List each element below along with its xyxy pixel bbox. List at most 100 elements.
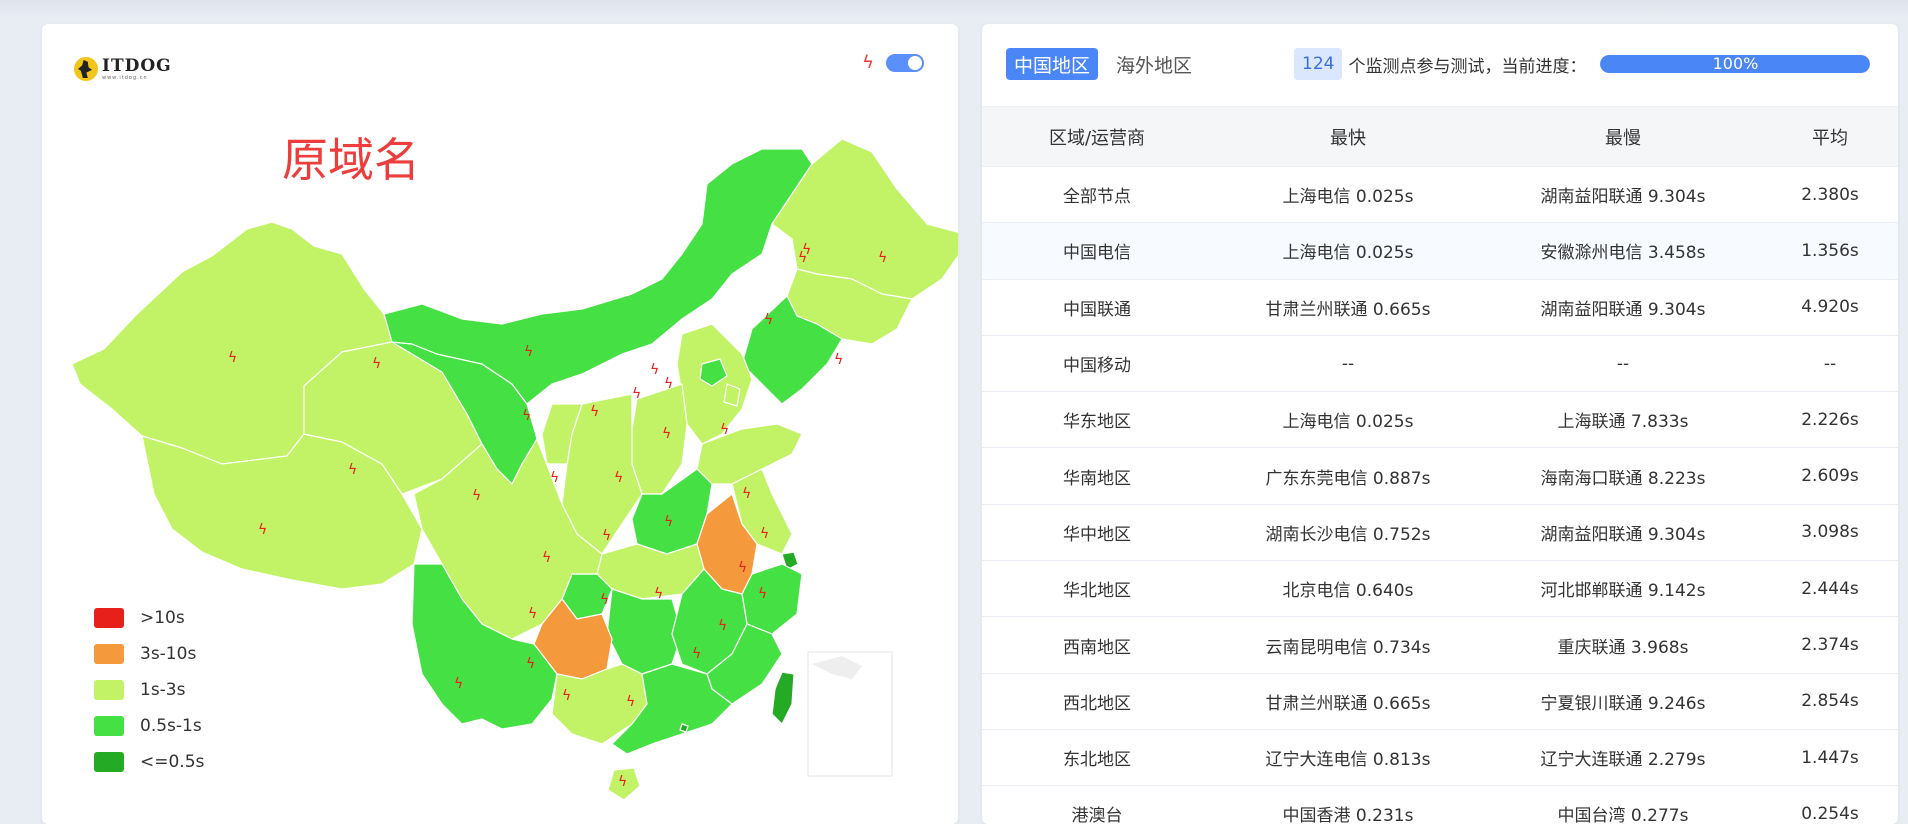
- table-row[interactable]: 东北地区 辽宁大连电信 0.813s 辽宁大连联通 2.279s 1.447s: [982, 729, 1898, 787]
- header-average[interactable]: 平均: [1762, 106, 1898, 167]
- legend-swatch: [94, 680, 124, 700]
- results-card: 中国地区 海外地区 124 个监测点参与测试，当前进度： 100% 区域/运营商…: [982, 24, 1898, 824]
- progress-label: 100%: [1712, 55, 1759, 73]
- probe-description: 个监测点参与测试，当前进度：: [1348, 56, 1587, 77]
- tab-china[interactable]: 中国地区: [1006, 48, 1099, 80]
- table-row[interactable]: 港澳台 中国香港 0.231s 中国台湾 0.277s 0.254s: [982, 785, 1898, 824]
- table-row[interactable]: 西北地区 甘肃兰州联通 0.665s 宁夏银川联通 9.246s 2.854s: [982, 673, 1898, 730]
- cell-region: 华南地区: [982, 447, 1212, 505]
- legend-item[interactable]: >10s: [94, 600, 204, 636]
- cell-slowest: 湖南益阳联通 9.304s: [1484, 279, 1762, 336]
- header-region[interactable]: 区域/运营商: [982, 106, 1212, 167]
- table-row[interactable]: 华南地区 广东东莞电信 0.887s 海南海口联通 8.223s 2.609s: [982, 447, 1898, 505]
- cell-average: --: [1762, 335, 1898, 393]
- bolt-icon: ϟ: [664, 514, 673, 530]
- tab-overseas[interactable]: 海外地区: [1108, 48, 1200, 80]
- legend-item[interactable]: 1s-3s: [94, 672, 204, 708]
- bolt-icon: ϟ: [528, 606, 537, 622]
- bolt-icon: ϟ: [654, 586, 663, 602]
- legend-item[interactable]: 0.5s-1s: [94, 708, 204, 744]
- bolt-icon: ϟ: [228, 350, 237, 366]
- bolt-icon: ϟ: [542, 550, 551, 566]
- cell-slowest: 河北邯郸联通 9.142s: [1484, 560, 1762, 618]
- bolt-icon: ϟ: [650, 362, 659, 378]
- cell-fastest: 广东东莞电信 0.887s: [1212, 447, 1484, 505]
- legend-item[interactable]: <=0.5s: [94, 744, 204, 780]
- bolt-icon: ϟ: [664, 376, 673, 392]
- bolt-icon: ϟ: [834, 352, 843, 368]
- cell-region: 华东地区: [982, 391, 1212, 449]
- cell-average: 1.356s: [1762, 222, 1898, 280]
- bolt-icon: ϟ: [738, 560, 747, 576]
- cell-region: 华中地区: [982, 504, 1212, 562]
- bolt-icon: ϟ: [614, 470, 623, 486]
- map-card: ITDOG www.itdog.cn 原域名 ϟ ϟ ϟ ϟ ϟ ϟ ϟ ϟ ϟ…: [42, 24, 958, 824]
- bolt-icon: ϟ: [718, 618, 727, 634]
- header-fastest[interactable]: 最快: [1212, 106, 1484, 167]
- cell-fastest: 湖南长沙电信 0.752s: [1212, 504, 1484, 562]
- bolt-icon: ϟ: [590, 404, 599, 420]
- map-legend: >10s 3s-10s 1s-3s 0.5s-1s <=0.5s: [94, 600, 204, 780]
- bolt-icon: ϟ: [526, 656, 535, 672]
- cell-region: 东北地区: [982, 729, 1212, 787]
- cell-fastest: 北京电信 0.640s: [1212, 560, 1484, 618]
- cell-average: 2.374s: [1762, 616, 1898, 674]
- region-hunan: [606, 588, 683, 675]
- table-row[interactable]: 全部节点 上海电信 0.025s 湖南益阳联通 9.304s 2.380s: [982, 166, 1898, 224]
- bolt-icon: ϟ: [258, 522, 267, 538]
- cell-fastest: 中国香港 0.231s: [1212, 785, 1484, 824]
- table-row[interactable]: 华东地区 上海电信 0.025s 上海联通 7.833s 2.226s: [982, 391, 1898, 449]
- bolt-icon: ϟ: [764, 312, 773, 328]
- table-row[interactable]: 中国联通 甘肃兰州联通 0.665s 湖南益阳联通 9.304s 4.920s: [982, 279, 1898, 336]
- cell-fastest: 甘肃兰州联通 0.665s: [1212, 279, 1484, 336]
- legend-swatch: [94, 644, 124, 664]
- cell-slowest: 宁夏银川联通 9.246s: [1484, 673, 1762, 730]
- probe-count-badge: 124: [1294, 48, 1343, 80]
- bolt-icon: ϟ: [720, 422, 729, 438]
- table-row[interactable]: 中国电信 上海电信 0.025s 安徽滁州电信 3.458s 1.356s: [982, 222, 1898, 280]
- bolt-icon: ϟ: [348, 462, 357, 478]
- bolt-icon: ϟ: [600, 592, 609, 608]
- cell-region: 中国联通: [982, 279, 1212, 336]
- bolt-icon: ϟ: [758, 586, 767, 602]
- legend-label: <=0.5s: [140, 752, 205, 772]
- legend-label: 0.5s-1s: [140, 716, 202, 736]
- cell-slowest: 重庆联通 3.968s: [1484, 616, 1762, 674]
- legend-swatch: [94, 752, 124, 772]
- bolt-icon: ϟ: [550, 470, 559, 486]
- cell-slowest: 湖南益阳联通 9.304s: [1484, 504, 1762, 562]
- cell-region: 西北地区: [982, 673, 1212, 730]
- table-row[interactable]: 西南地区 云南昆明电信 0.734s 重庆联通 3.968s 2.374s: [982, 616, 1898, 674]
- bolt-icon: ϟ: [626, 694, 635, 710]
- cell-slowest: 湖南益阳联通 9.304s: [1484, 166, 1762, 224]
- cell-average: 2.854s: [1762, 673, 1898, 730]
- region-taiwan: [771, 671, 795, 725]
- bolt-icon: ϟ: [472, 488, 481, 504]
- bolt-icon: ϟ: [602, 528, 611, 544]
- cell-region: 港澳台: [982, 785, 1212, 824]
- bolt-icon: ϟ: [562, 688, 571, 704]
- bolt-icon: ϟ: [632, 386, 641, 402]
- cell-slowest: 安徽滁州电信 3.458s: [1484, 222, 1762, 280]
- legend-swatch: [94, 608, 124, 628]
- header-slowest[interactable]: 最慢: [1484, 106, 1762, 167]
- region-hongkong: [679, 723, 689, 733]
- results-table: 区域/运营商 最快 最慢 平均 全部节点 上海电信 0.025s 湖南益阳联通 9.…: [982, 106, 1898, 824]
- table-row[interactable]: 中国移动 -- -- --: [982, 335, 1898, 393]
- legend-label: >10s: [140, 608, 185, 628]
- legend-swatch: [94, 716, 124, 736]
- cell-region: 华北地区: [982, 560, 1212, 618]
- cell-slowest: 上海联通 7.833s: [1484, 391, 1762, 449]
- cell-average: 2.609s: [1762, 447, 1898, 505]
- legend-item[interactable]: 3s-10s: [94, 636, 204, 672]
- table-row[interactable]: 华北地区 北京电信 0.640s 河北邯郸联通 9.142s 2.444s: [982, 560, 1898, 618]
- bolt-icon: ϟ: [742, 486, 751, 502]
- table-row[interactable]: 华中地区 湖南长沙电信 0.752s 湖南益阳联通 9.304s 3.098s: [982, 504, 1898, 562]
- legend-label: 1s-3s: [140, 680, 186, 700]
- cell-slowest: 辽宁大连联通 2.279s: [1484, 729, 1762, 787]
- bolt-icon: ϟ: [760, 526, 769, 542]
- cell-slowest: 中国台湾 0.277s: [1484, 785, 1762, 824]
- bolt-icon: ϟ: [524, 344, 533, 360]
- bolt-icon: ϟ: [372, 356, 381, 372]
- bolt-icon: ϟ: [454, 676, 463, 692]
